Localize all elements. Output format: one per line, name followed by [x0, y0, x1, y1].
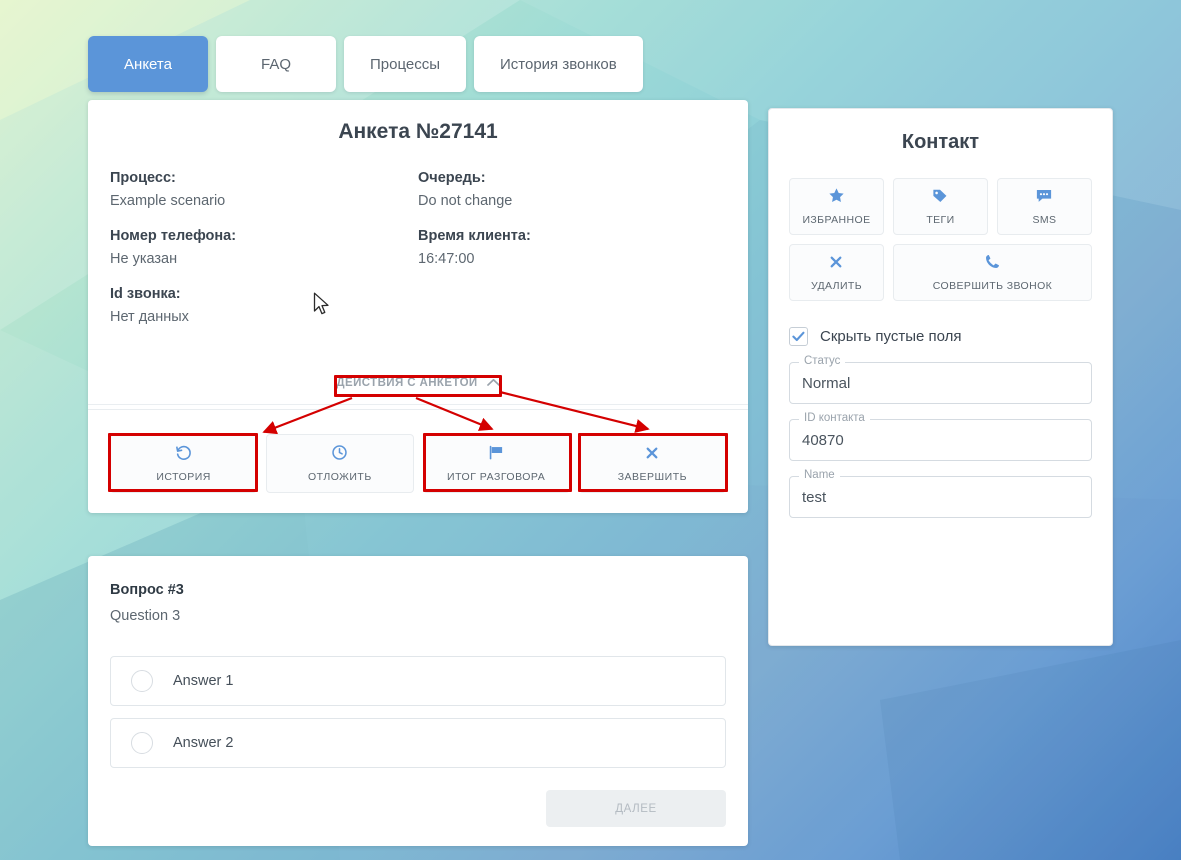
hide-empty-fields-label: Скрыть пустые поля — [820, 328, 962, 345]
checkbox-icon[interactable] — [789, 327, 808, 346]
hide-empty-fields-row[interactable]: Скрыть пустые поля — [769, 301, 1112, 346]
chevron-up-icon — [486, 376, 500, 389]
radio-icon[interactable] — [131, 670, 153, 692]
info-process-value: Example scenario — [110, 193, 226, 209]
action-postpone-label: ОТЛОЖИТЬ — [308, 471, 372, 483]
answer-label: Answer 1 — [173, 673, 234, 689]
action-postpone-button[interactable]: ОТЛОЖИТЬ — [266, 434, 414, 493]
info-queue: Очередь: Do not change — [418, 170, 726, 209]
name-field[interactable]: Name test — [789, 469, 1092, 518]
action-finish-label: ЗАВЕРШИТЬ — [617, 470, 688, 483]
question-footer: ДАЛЕЕ — [88, 768, 748, 827]
tab-call-history[interactable]: История звонков — [474, 36, 643, 92]
info-queue-label: Очередь: — [418, 170, 486, 186]
close-x-icon — [828, 254, 844, 274]
divider-below-toggle — [88, 404, 748, 405]
contact-favorite-label: ИЗБРАННОЕ — [802, 214, 871, 226]
info-phone: Номер телефона: Не указан — [110, 228, 418, 267]
contact-make-call-label: СОВЕРШИТЬ ЗВОНОК — [932, 280, 1053, 292]
contact-tags-button[interactable]: ТЕГИ — [892, 178, 988, 235]
actions-toggle-button[interactable]: ДЕЙСТВИЯ С АНКЕТОЙ — [326, 370, 510, 395]
flag-icon — [487, 444, 505, 465]
close-x-icon — [644, 445, 660, 465]
contact-make-call-button[interactable]: СОВЕРШИТЬ ЗВОНОК — [892, 244, 1092, 301]
contact-id-field-value: 40870 — [802, 431, 844, 449]
tab-call-history-label: История звонков — [500, 55, 617, 73]
contact-sms-button[interactable]: SMS — [996, 178, 1092, 235]
info-phone-value: Не указан — [110, 251, 178, 267]
contact-id-field[interactable]: ID контакта 40870 — [789, 412, 1092, 461]
answer-option[interactable]: Answer 1 — [110, 656, 726, 706]
phone-icon — [984, 253, 1001, 274]
star-icon — [828, 187, 845, 208]
contact-id-field-legend: ID контакта — [799, 412, 870, 424]
tab-anketa-label: Анкета — [124, 55, 172, 73]
info-phone-label: Номер телефона: — [110, 228, 237, 244]
history-icon — [175, 444, 192, 465]
app-page: Анкета FAQ Процессы История звонков Анке… — [0, 0, 1181, 860]
profile-action-row: ИСТОРИЯ ОТЛОЖИТЬ ИТОГ РАЗГОВОРА ЗАВЕРШИТ… — [110, 434, 726, 493]
tab-faq[interactable]: FAQ — [216, 36, 336, 92]
question-card: Вопрос #3 Question 3 Answer 1 Answer 2 Д… — [88, 556, 748, 846]
info-call-id-label: Id звонка: — [110, 286, 181, 302]
tab-anketa[interactable]: Анкета — [88, 36, 208, 92]
actions-toggle-wrap: ДЕЙСТВИЯ С АНКЕТОЙ — [88, 370, 748, 395]
info-client-time: Время клиента: 16:47:00 — [418, 228, 726, 267]
page-title: Анкета №27141 — [338, 120, 498, 143]
name-field-legend: Name — [799, 469, 840, 481]
name-field-value: test — [802, 488, 827, 506]
tag-icon — [931, 187, 949, 208]
info-call-id: Id звонка: Нет данных — [110, 286, 418, 325]
profile-card: Анкета №27141 Процесс: Example scenario … — [88, 100, 748, 513]
info-client-time-label: Время клиента: — [418, 228, 531, 244]
action-history-label: ИСТОРИЯ — [156, 471, 211, 483]
answer-option[interactable]: Answer 2 — [110, 718, 726, 768]
action-conversation-result-label: ИТОГ РАЗГОВОРА — [447, 471, 546, 483]
status-field-legend: Статус — [799, 355, 846, 367]
tab-processes-label: Процессы — [370, 55, 441, 73]
question-number: Вопрос #3 — [110, 582, 184, 598]
radio-icon[interactable] — [131, 732, 153, 754]
tab-bar: Анкета FAQ Процессы История звонков — [88, 36, 643, 92]
contact-title: Контакт — [901, 131, 980, 153]
contact-panel: Контакт ИЗБРАННОЕ ТЕГИ SMS УДАЛИТЬ СОВЕР… — [768, 108, 1113, 646]
info-process-label: Процесс: — [110, 170, 176, 186]
contact-tags-label: ТЕГИ — [926, 214, 955, 226]
action-conversation-result-button[interactable]: ИТОГ РАЗГОВОРА — [422, 434, 570, 493]
contact-fields: Статус Normal ID контакта 40870 Name tes… — [769, 346, 1112, 518]
clock-icon — [331, 444, 348, 465]
contact-button-grid: ИЗБРАННОЕ ТЕГИ SMS УДАЛИТЬ СОВЕРШИТЬ ЗВО… — [769, 154, 1112, 301]
info-process: Процесс: Example scenario — [110, 170, 418, 209]
info-queue-value: Do not change — [418, 193, 513, 209]
chat-bubble-icon — [1035, 188, 1053, 208]
contact-delete-button[interactable]: УДАЛИТЬ — [789, 244, 884, 301]
answer-label: Answer 2 — [173, 735, 234, 751]
actions-toggle-label: ДЕЙСТВИЯ С АНКЕТОЙ — [336, 376, 478, 389]
tab-processes[interactable]: Процессы — [344, 36, 467, 92]
contact-favorite-button[interactable]: ИЗБРАННОЕ — [789, 178, 884, 235]
action-history-button[interactable]: ИСТОРИЯ — [110, 434, 258, 493]
info-client-time-value: 16:47:00 — [418, 251, 475, 267]
contact-sms-label: SMS — [1032, 213, 1057, 226]
action-finish-button[interactable]: ЗАВЕРШИТЬ — [578, 434, 726, 493]
tab-faq-label: FAQ — [260, 55, 291, 73]
profile-info-grid: Процесс: Example scenario Очередь: Do no… — [88, 144, 748, 344]
answer-list: Answer 1 Answer 2 — [110, 656, 726, 768]
status-field-value: Normal — [802, 374, 851, 392]
question-body: Вопрос #3 Question 3 Answer 1 Answer 2 — [88, 556, 748, 768]
status-field[interactable]: Статус Normal — [789, 355, 1092, 404]
next-button[interactable]: ДАЛЕЕ — [546, 790, 726, 827]
info-call-id-value: Нет данных — [110, 309, 189, 325]
contact-delete-label: УДАЛИТЬ — [810, 279, 863, 292]
question-text: Question 3 — [110, 608, 181, 624]
